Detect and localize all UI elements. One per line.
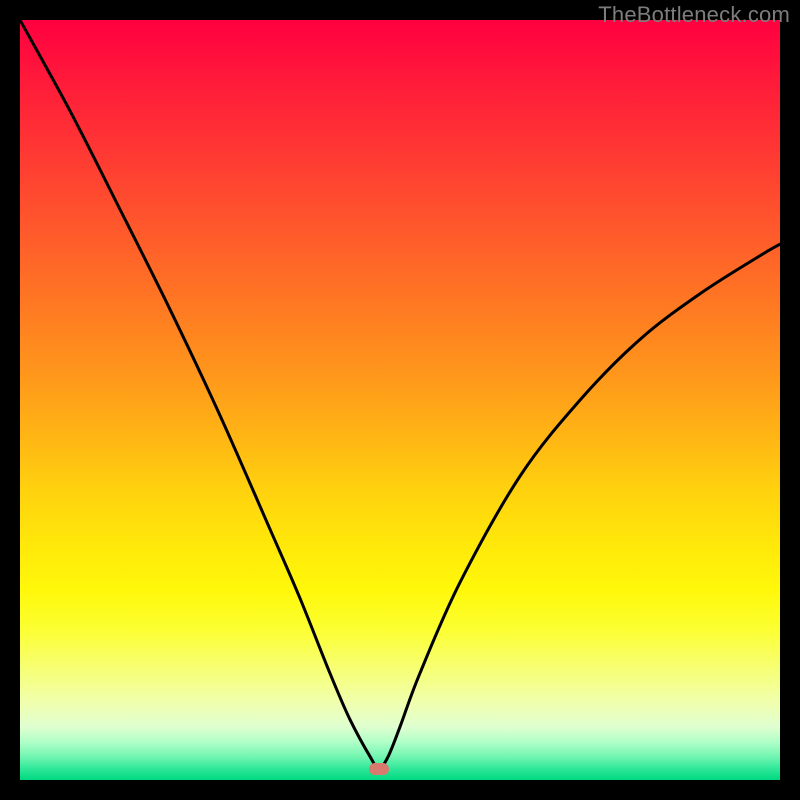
bottleneck-curve bbox=[20, 20, 780, 769]
minimum-marker bbox=[369, 763, 389, 775]
watermark-label: TheBottleneck.com bbox=[598, 2, 790, 28]
plot-area bbox=[20, 20, 780, 780]
curve-layer bbox=[20, 20, 780, 780]
chart-frame: TheBottleneck.com bbox=[0, 0, 800, 800]
